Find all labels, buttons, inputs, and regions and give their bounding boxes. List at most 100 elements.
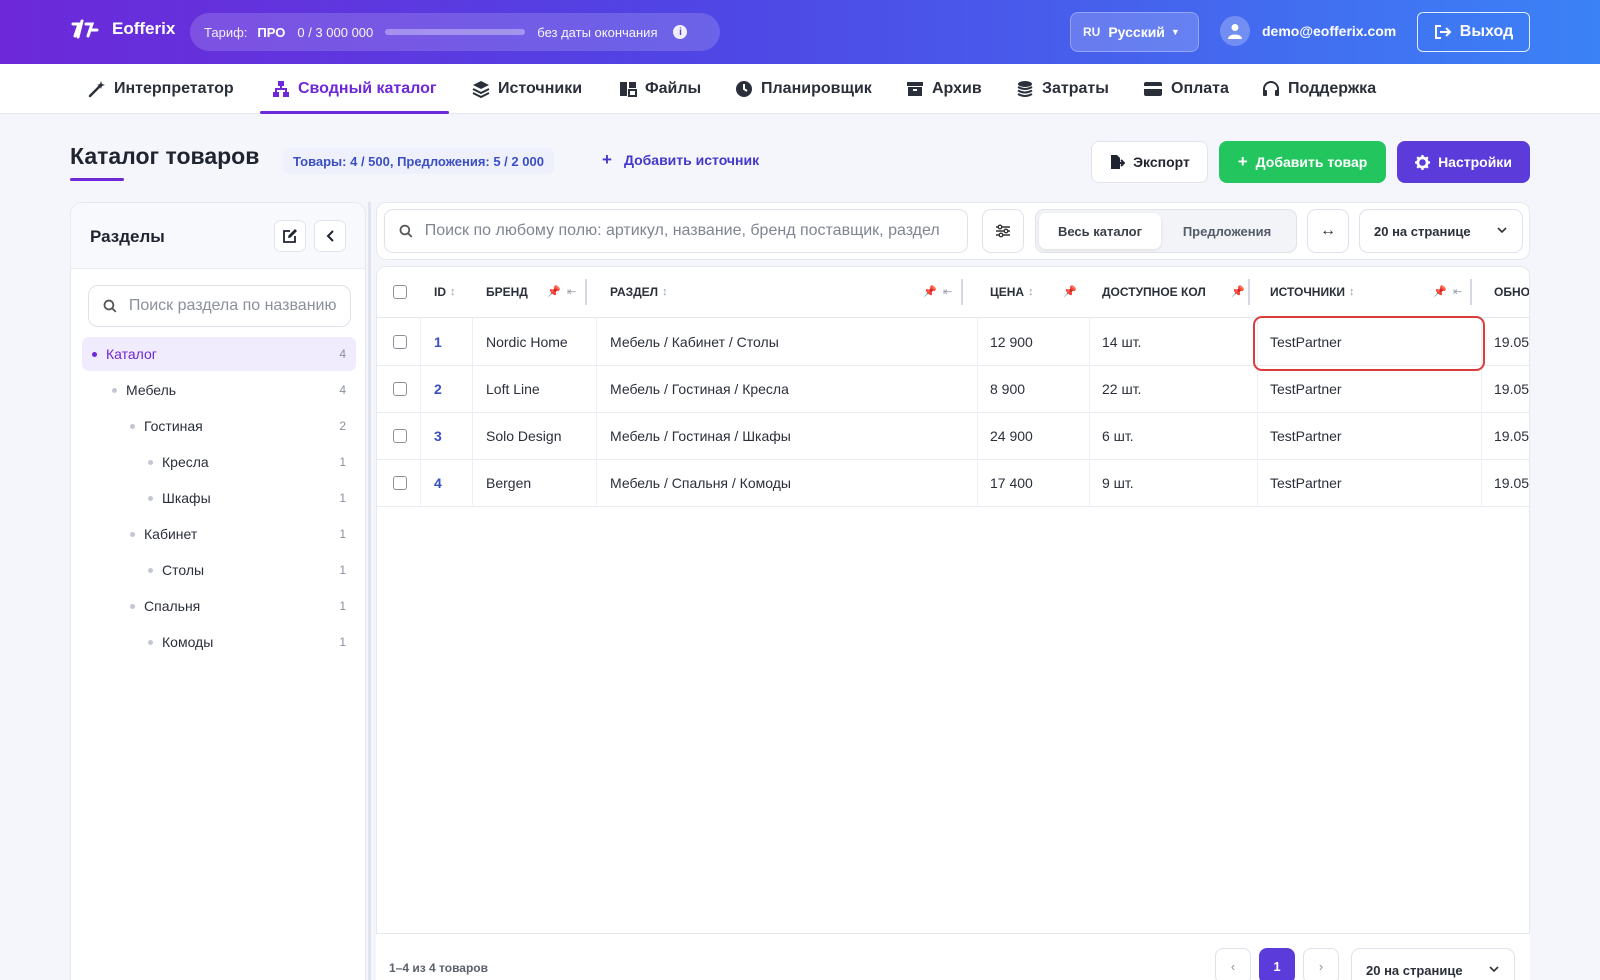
catalog-table: ID ↕ БРЕНД 📌 ⇤ РАЗДЕЛ ↕ 📌 ⇤ ЦЕНА ↕ 📌 ДОСТУП… (376, 266, 1530, 980)
nav-item-label: Источники (498, 80, 583, 97)
column-header-id[interactable]: ID ↕ (434, 267, 456, 317)
row-select-checkbox[interactable] (393, 428, 407, 443)
edit-sections-button[interactable] (274, 220, 306, 252)
settings-button[interactable]: Настройки (1397, 141, 1530, 183)
nav-item-sources[interactable]: Источники (472, 64, 582, 114)
info-icon[interactable]: i (673, 25, 688, 39)
row-checkbox (393, 318, 407, 365)
column-header-available-qty[interactable]: ДОСТУПНОЕ КОЛ (1102, 267, 1220, 317)
section-search[interactable] (88, 285, 351, 327)
sort-icon[interactable]: ↕ (1349, 286, 1355, 298)
column-header-updated[interactable]: ОБНО (1494, 267, 1529, 317)
cell-id[interactable]: 1 (434, 318, 442, 365)
column-resize-handle[interactable] (1248, 279, 1250, 305)
column-title: ДОСТУПНОЕ КОЛ (1102, 285, 1206, 299)
tree-item-label: Столы (162, 562, 205, 578)
cell-source: TestPartner (1270, 474, 1342, 491)
highlighted-source-cell (1253, 316, 1485, 371)
sort-icon[interactable]: ↕ (662, 286, 668, 298)
app-logo[interactable]: Eofferix (70, 18, 175, 40)
column-filter-button[interactable] (982, 209, 1024, 253)
tree-item-label: Кресла (162, 454, 209, 470)
tree-item[interactable]: Шкафы 1 (82, 481, 356, 515)
column-resize-handle[interactable] (585, 279, 587, 305)
collapse-sidebar-button[interactable] (314, 220, 346, 252)
nav-item-interpreter[interactable]: Интерпретатор (88, 64, 234, 114)
column-header-brand[interactable]: БРЕНД (486, 267, 528, 317)
per-page-select[interactable]: 20 на странице (1359, 209, 1523, 253)
collapse-column-icon[interactable]: ⇤ (567, 285, 576, 298)
tree-bullet-icon (148, 639, 153, 645)
page-1-button[interactable]: 1 (1259, 948, 1295, 980)
pin-icon[interactable]: 📌 (923, 285, 937, 298)
footer-per-page-select[interactable]: 20 на странице (1351, 948, 1515, 980)
cell-id[interactable]: 2 (434, 365, 442, 412)
column-header-price[interactable]: ЦЕНА ↕ (990, 267, 1034, 317)
view-all-catalog-tab[interactable]: Весь каталог (1039, 213, 1161, 249)
collapse-column-icon[interactable]: ⇤ (1453, 285, 1462, 298)
row-select-checkbox[interactable] (393, 475, 407, 490)
export-button[interactable]: Экспорт (1091, 141, 1208, 183)
tree-item[interactable]: Спальня 1 (82, 589, 356, 623)
user-menu[interactable]: demo@eofferix.com (1220, 16, 1396, 46)
tree-item[interactable]: Кабинет 1 (82, 517, 356, 551)
catalog-search-input[interactable] (424, 222, 953, 240)
column-width-button[interactable]: ↔ (1307, 209, 1349, 253)
tree-item[interactable]: Столы 1 (82, 553, 356, 587)
collapse-column-icon[interactable]: ⇤ (943, 285, 952, 298)
table-row[interactable]: 2 Loft Line Мебель / Гостиная / Кресла 8 90… (377, 365, 1529, 413)
nav-item-label: Поддержка (1288, 80, 1377, 97)
chevron-left-icon (326, 230, 334, 242)
nav-item-support[interactable]: Поддержка (1262, 64, 1376, 114)
select-all-checkbox[interactable] (393, 285, 407, 299)
sort-icon[interactable]: ↕ (450, 286, 456, 298)
next-page-button[interactable]: › (1303, 948, 1339, 980)
language-select[interactable]: RU Русский ▼ (1070, 12, 1199, 52)
nav-item-costs[interactable]: Затраты (1016, 64, 1109, 114)
nav-item-scheduler[interactable]: Планировщик (735, 64, 872, 114)
pin-icon[interactable]: 📌 (1063, 285, 1077, 298)
tree-item[interactable]: Мебель 4 (82, 373, 356, 407)
tree-item[interactable]: Гостиная 2 (82, 409, 356, 443)
tree-item[interactable]: Кресла 1 (82, 445, 356, 479)
sort-icon[interactable]: ↕ (1028, 286, 1034, 298)
prev-page-button[interactable]: ‹ (1215, 948, 1251, 980)
tree-item[interactable]: Каталог 4 (82, 337, 356, 371)
tree-item[interactable]: Комоды 1 (82, 625, 356, 659)
cell-id[interactable]: 4 (434, 459, 442, 506)
row-select-checkbox[interactable] (393, 334, 407, 349)
tree-item-count: 4 (339, 347, 346, 361)
nav-item-files[interactable]: Файлы (619, 64, 701, 114)
nav-item-payment[interactable]: Оплата (1143, 64, 1229, 114)
pin-icon[interactable]: 📌 (1231, 285, 1245, 298)
column-title: ИСТОЧНИКИ (1270, 285, 1346, 299)
table-row[interactable]: 3 Solo Design Мебель / Гостиная / Шкафы 24 … (377, 412, 1529, 460)
cell-brand: Loft Line (486, 380, 540, 397)
column-header-section[interactable]: РАЗДЕЛ ↕ (610, 267, 668, 317)
row-checkbox (393, 365, 407, 412)
section-search-input[interactable] (128, 297, 336, 315)
nav-item-archive[interactable]: Архив (906, 64, 982, 114)
column-header-sources[interactable]: ИСТОЧНИКИ ↕ (1270, 267, 1355, 317)
cell-qty: 9 шт. (1102, 474, 1134, 491)
view-toggle: Весь каталог Предложения (1035, 209, 1297, 253)
table-row[interactable]: 4 Bergen Мебель / Спальня / Комоды 17 400 9 … (377, 459, 1529, 507)
row-select-checkbox[interactable] (393, 381, 407, 396)
layers-icon (472, 81, 490, 98)
add-product-button[interactable]: + Добавить товар (1219, 141, 1386, 183)
panel-resizer[interactable] (368, 202, 371, 980)
tree-bullet-icon (130, 603, 135, 609)
pin-icon[interactable]: 📌 (547, 285, 561, 298)
cell-id[interactable]: 3 (434, 412, 442, 459)
add-source-link[interactable]: + Добавить источник (602, 150, 759, 170)
view-offers-tab[interactable]: Предложения (1161, 213, 1293, 249)
column-resize-handle[interactable] (1470, 279, 1472, 305)
nav-item-label: Планировщик (761, 80, 872, 97)
catalog-search[interactable] (384, 209, 968, 253)
nav-item-catalog[interactable]: Сводный каталог (260, 64, 449, 114)
cell-brand: Solo Design (486, 427, 562, 444)
pin-icon[interactable]: 📌 (1433, 285, 1447, 298)
logout-button[interactable]: Выход (1417, 12, 1530, 52)
column-resize-handle[interactable] (961, 279, 963, 305)
tree-item-count: 1 (339, 455, 346, 469)
